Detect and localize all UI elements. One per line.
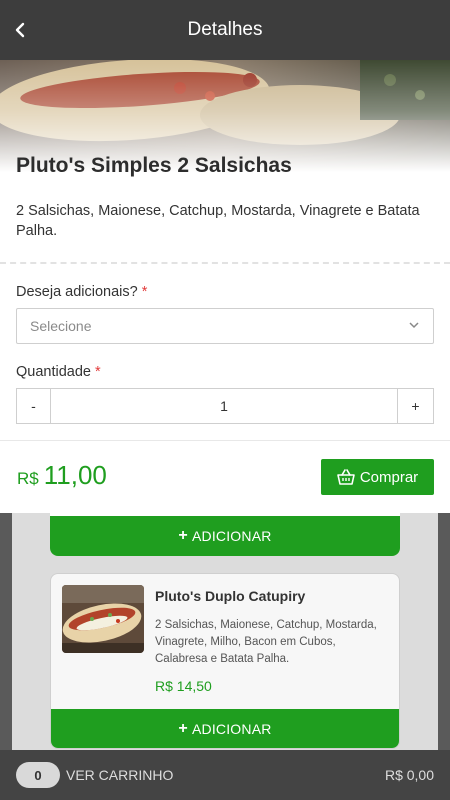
- previous-product-card: + ADICIONAR: [50, 512, 400, 556]
- product-price: R$ 14,50: [155, 678, 212, 694]
- product-details-modal: Pluto's Simples 2 Salsichas 2 Salsichas,…: [0, 60, 450, 513]
- basket-icon: [337, 469, 355, 485]
- page-title: Detalhes: [187, 19, 263, 40]
- product-name: Pluto's Duplo Catupiry: [155, 588, 306, 604]
- addons-select[interactable]: Selecione: [16, 308, 434, 344]
- addons-select-value: Selecione: [30, 318, 92, 334]
- footer-divider: [0, 440, 450, 441]
- cart-bar[interactable]: 0 VER CARRINHO R$ 0,00: [0, 750, 450, 800]
- quantity-increase-button[interactable]: +: [397, 389, 433, 423]
- app-header: Detalhes: [0, 0, 450, 60]
- add-button[interactable]: + ADICIONAR: [50, 516, 400, 556]
- price-value: 11,00: [43, 460, 107, 490]
- price-currency: R$: [17, 469, 39, 488]
- cart-total: R$ 0,00: [384, 767, 434, 783]
- required-mark: *: [94, 364, 101, 380]
- addons-label: Deseja adicionais? *: [16, 284, 148, 300]
- chevron-down-icon: [409, 322, 419, 329]
- quantity-decrease-button[interactable]: -: [17, 389, 51, 423]
- product-description: 2 Salsichas, Maionese, Catchup, Mostarda…: [155, 619, 377, 665]
- divider: [0, 262, 450, 264]
- add-button-label: ADICIONAR: [191, 721, 272, 737]
- back-button[interactable]: [14, 18, 36, 42]
- chevron-left-icon: [15, 22, 25, 38]
- required-mark: *: [141, 284, 148, 300]
- total-price: R$ 11,00: [17, 460, 107, 491]
- product-description: 2 Salsichas, Maionese, Catchup, Mostarda…: [16, 203, 420, 239]
- product-card[interactable]: Pluto's Duplo Catupiry 2 Salsichas, Maio…: [50, 573, 400, 749]
- buy-button-label: Comprar: [359, 468, 419, 486]
- product-image: [62, 585, 144, 653]
- buy-button[interactable]: Comprar: [321, 459, 434, 495]
- quantity-label: Quantidade *: [16, 364, 101, 380]
- product-title: Pluto's Simples 2 Salsichas: [16, 154, 292, 177]
- add-button-label: ADICIONAR: [191, 528, 272, 544]
- cart-count-badge: 0: [16, 762, 60, 788]
- add-button[interactable]: + ADICIONAR: [51, 709, 399, 748]
- plus-icon: +: [178, 720, 188, 737]
- plus-icon: +: [178, 527, 188, 544]
- quantity-value[interactable]: 1: [51, 389, 397, 423]
- view-cart-label[interactable]: VER CARRINHO: [66, 767, 173, 783]
- quantity-stepper: - 1 +: [16, 388, 434, 424]
